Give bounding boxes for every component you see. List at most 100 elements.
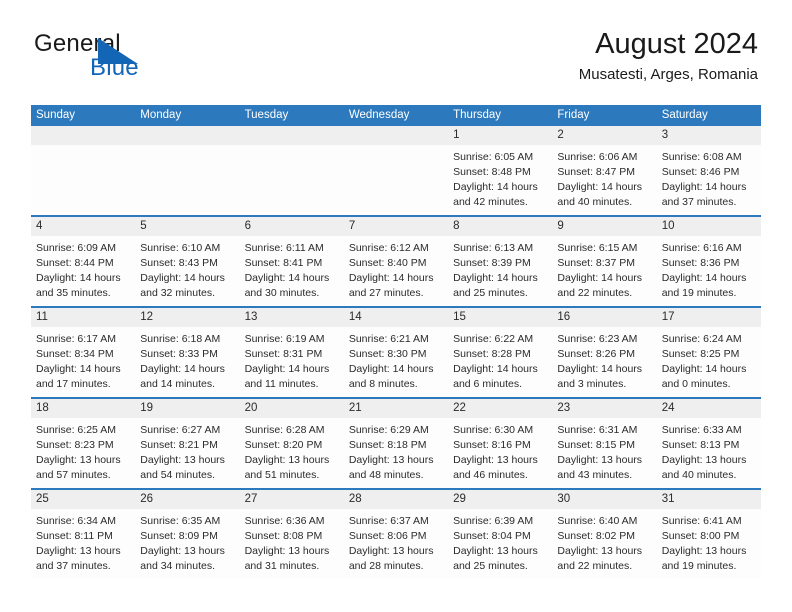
day-detail-line: Daylight: 14 hours	[348, 362, 434, 375]
day-cell-13[interactable]: Sunrise: 6:19 AM Sunset: 8:31 PM Daylight:…	[240, 327, 344, 397]
day-details-band: Sunrise: 6:34 AM Sunset: 8:11 PM Daylight:…	[31, 509, 761, 579]
day-number-22[interactable]: 22	[448, 399, 552, 418]
day-cell-12[interactable]: Sunrise: 6:18 AM Sunset: 8:33 PM Daylight:…	[135, 327, 239, 397]
day-number-19[interactable]: 19	[135, 399, 239, 418]
day-cell-17[interactable]: Sunrise: 6:24 AM Sunset: 8:25 PM Daylight:…	[657, 327, 761, 397]
day-detail-line: Sunset: 8:47 PM	[557, 165, 636, 178]
day-cell-20[interactable]: Sunrise: 6:28 AM Sunset: 8:20 PM Daylight:…	[240, 418, 344, 488]
day-cell-7[interactable]: Sunrise: 6:12 AM Sunset: 8:40 PM Daylight:…	[344, 236, 448, 306]
day-detail-line: and 8 minutes.	[348, 377, 418, 390]
calendar-week-row: 4 5 6 7 8 9 10 Sunrise: 6:09 AM Sunset: 8:44 PM D…	[31, 215, 761, 306]
day-number-25[interactable]: 25	[31, 490, 135, 509]
day-cell-5[interactable]: Sunrise: 6:10 AM Sunset: 8:43 PM Daylight:…	[135, 236, 239, 306]
day-detail-line: Sunrise: 6:17 AM	[36, 333, 116, 345]
day-number-13[interactable]: 13	[240, 308, 344, 327]
day-cell-3[interactable]: Sunrise: 6:08 AM Sunset: 8:46 PM Daylight:…	[657, 145, 761, 215]
day-cell-2[interactable]: Sunrise: 6:06 AM Sunset: 8:47 PM Daylight:…	[552, 145, 656, 215]
day-cell-28[interactable]: Sunrise: 6:37 AM Sunset: 8:06 PM Daylight:…	[344, 509, 448, 579]
day-number-2[interactable]: 2	[552, 126, 656, 145]
day-detail-line: Daylight: 13 hours	[140, 453, 225, 466]
day-number-21[interactable]: 21	[344, 399, 448, 418]
calendar-grid: Sunday Monday Tuesday Wednesday Thursday Frid…	[31, 105, 761, 579]
day-detail-line: Sunrise: 6:37 AM	[348, 515, 429, 527]
day-cell-27[interactable]: Sunrise: 6:36 AM Sunset: 8:08 PM Daylight:…	[240, 509, 344, 579]
day-number-6[interactable]: 6	[240, 217, 344, 236]
day-detail-line: Daylight: 13 hours	[453, 453, 538, 466]
day-detail-line: Daylight: 13 hours	[140, 544, 225, 557]
day-detail-line: Sunrise: 6:05 AM	[453, 151, 534, 163]
day-cell-26[interactable]: Sunrise: 6:35 AM Sunset: 8:09 PM Daylight:…	[135, 509, 239, 579]
day-number-20[interactable]: 20	[240, 399, 344, 418]
day-number-5[interactable]: 5	[135, 217, 239, 236]
day-cell-18[interactable]: Sunrise: 6:25 AM Sunset: 8:23 PM Daylight:…	[31, 418, 135, 488]
day-cell-24[interactable]: Sunrise: 6:33 AM Sunset: 8:13 PM Daylight:…	[657, 418, 761, 488]
day-number-9[interactable]: 9	[552, 217, 656, 236]
day-detail-line: Sunrise: 6:06 AM	[557, 151, 638, 163]
day-detail-line: Daylight: 14 hours	[661, 271, 747, 284]
day-detail-line: Daylight: 14 hours	[36, 362, 121, 375]
day-detail-line: Sunset: 8:26 PM	[557, 347, 636, 360]
day-cell-10[interactable]: Sunrise: 6:16 AM Sunset: 8:36 PM Daylight:…	[657, 236, 761, 306]
day-cell-9[interactable]: Sunrise: 6:15 AM Sunset: 8:37 PM Daylight:…	[552, 236, 656, 306]
day-detail-line: and 19 minutes.	[661, 559, 737, 572]
day-cell-1[interactable]: Sunrise: 6:05 AM Sunset: 8:48 PM Daylight:…	[448, 145, 552, 215]
day-cell-11[interactable]: Sunrise: 6:17 AM Sunset: 8:34 PM Daylight:…	[31, 327, 135, 397]
day-number-11[interactable]: 11	[31, 308, 135, 327]
day-cell-4[interactable]: Sunrise: 6:09 AM Sunset: 8:44 PM Daylight:…	[31, 236, 135, 306]
day-detail-line: Sunset: 8:43 PM	[140, 256, 218, 269]
day-number-17[interactable]: 17	[657, 308, 761, 327]
day-details-band: Sunrise: 6:05 AM Sunset: 8:48 PM Daylight:…	[31, 145, 761, 215]
day-detail-line: and 34 minutes.	[140, 559, 215, 572]
day-number-8[interactable]: 8	[448, 217, 552, 236]
day-detail-line: Sunrise: 6:41 AM	[661, 515, 742, 527]
day-cell-23[interactable]: Sunrise: 6:31 AM Sunset: 8:15 PM Daylight:…	[552, 418, 656, 488]
day-detail-line: Daylight: 14 hours	[348, 271, 434, 284]
day-number-26[interactable]: 26	[135, 490, 239, 509]
day-cell-8[interactable]: Sunrise: 6:13 AM Sunset: 8:39 PM Daylight:…	[448, 236, 552, 306]
day-cell-31[interactable]: Sunrise: 6:41 AM Sunset: 8:00 PM Daylight:…	[657, 509, 761, 579]
day-number-4[interactable]: 4	[31, 217, 135, 236]
day-number-31[interactable]: 31	[657, 490, 761, 509]
day-number-23[interactable]: 23	[552, 399, 656, 418]
day-cell-30[interactable]: Sunrise: 6:40 AM Sunset: 8:02 PM Daylight:…	[552, 509, 656, 579]
day-cell-6[interactable]: Sunrise: 6:11 AM Sunset: 8:41 PM Daylight:…	[240, 236, 344, 306]
day-cell-16[interactable]: Sunrise: 6:23 AM Sunset: 8:26 PM Daylight:…	[552, 327, 656, 397]
day-detail-line: Daylight: 14 hours	[244, 362, 330, 375]
day-detail-line: Sunrise: 6:36 AM	[244, 515, 325, 527]
day-detail-line: Daylight: 13 hours	[661, 453, 747, 466]
day-detail-line: and 43 minutes.	[557, 468, 633, 481]
day-number-12[interactable]: 12	[135, 308, 239, 327]
day-detail-line: Daylight: 13 hours	[453, 544, 538, 557]
day-number-7[interactable]: 7	[344, 217, 448, 236]
calendar-page: General Blue August 2024 Musatesti, Arge…	[0, 0, 792, 612]
day-detail-line: Daylight: 14 hours	[453, 180, 538, 193]
day-number-14[interactable]: 14	[344, 308, 448, 327]
day-number-18[interactable]: 18	[31, 399, 135, 418]
brand-name-blue: Blue	[90, 54, 139, 81]
day-number-16[interactable]: 16	[552, 308, 656, 327]
day-detail-line: and 25 minutes.	[453, 559, 528, 572]
day-number-1[interactable]: 1	[448, 126, 552, 145]
day-cell-22[interactable]: Sunrise: 6:30 AM Sunset: 8:16 PM Daylight:…	[448, 418, 552, 488]
day-detail-line: Sunrise: 6:30 AM	[453, 424, 534, 436]
day-number-27[interactable]: 27	[240, 490, 344, 509]
day-cell-14[interactable]: Sunrise: 6:21 AM Sunset: 8:30 PM Daylight:…	[344, 327, 448, 397]
day-detail-line: Sunset: 8:06 PM	[348, 529, 427, 542]
day-number-29[interactable]: 29	[448, 490, 552, 509]
day-number-band: 18 19 20 21 22 23 24	[31, 399, 761, 418]
day-cell-29[interactable]: Sunrise: 6:39 AM Sunset: 8:04 PM Daylight:…	[448, 509, 552, 579]
day-cell-19[interactable]: Sunrise: 6:27 AM Sunset: 8:21 PM Daylight:…	[135, 418, 239, 488]
day-number-28[interactable]: 28	[344, 490, 448, 509]
day-number-24[interactable]: 24	[657, 399, 761, 418]
day-detail-line: Sunset: 8:33 PM	[140, 347, 218, 360]
day-number-15[interactable]: 15	[448, 308, 552, 327]
day-number-30[interactable]: 30	[552, 490, 656, 509]
day-cell-15[interactable]: Sunrise: 6:22 AM Sunset: 8:28 PM Daylight:…	[448, 327, 552, 397]
day-number-3[interactable]: 3	[657, 126, 761, 145]
day-cell-21[interactable]: Sunrise: 6:29 AM Sunset: 8:18 PM Daylight:…	[344, 418, 448, 488]
day-number-10[interactable]: 10	[657, 217, 761, 236]
day-detail-line: Sunrise: 6:33 AM	[661, 424, 742, 436]
day-detail-line: Daylight: 13 hours	[36, 544, 121, 557]
page-header: General Blue August 2024 Musatesti, Arge…	[34, 28, 758, 94]
day-cell-25[interactable]: Sunrise: 6:34 AM Sunset: 8:11 PM Daylight:…	[31, 509, 135, 579]
